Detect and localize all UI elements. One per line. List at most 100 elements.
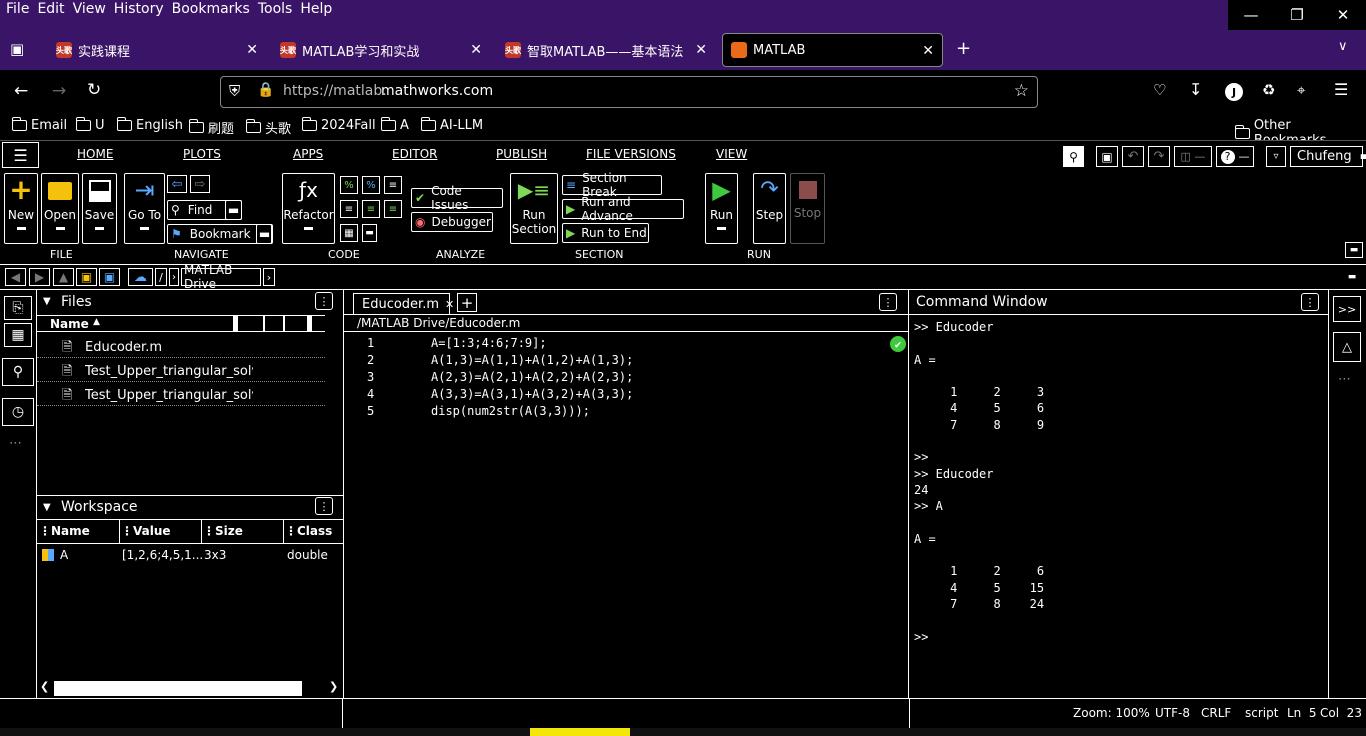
collapse-workspace-icon[interactable]: ▼: [43, 502, 51, 513]
restore-button[interactable]: ❐: [1274, 0, 1320, 30]
command-output[interactable]: >> Educoder A = 1 2 3 4 5 6 7 8 9 >> >> …: [914, 319, 1044, 645]
tab-1[interactable]: 头歌 实践课程 ✕: [48, 33, 266, 67]
tab-file-versions[interactable]: FILE VERSIONS: [586, 147, 676, 161]
run-to-end-button[interactable]: ▶ Run to End: [562, 223, 649, 243]
forward-icon[interactable]: →: [52, 81, 66, 101]
menu-view[interactable]: View: [69, 0, 110, 20]
lock-icon[interactable]: 🔒: [257, 82, 274, 98]
folder-back-button[interactable]: ◀: [5, 268, 26, 286]
workspace-options-button[interactable]: ⋮: [315, 497, 333, 515]
no-issues-check-icon[interactable]: ✔: [890, 336, 906, 352]
file-row[interactable]: 🗎 Test_Upper_triangular_solve: [37, 383, 325, 406]
menu-history[interactable]: History: [110, 0, 168, 20]
zoom-level[interactable]: Zoom: 100%: [1073, 706, 1150, 720]
workspace-panel-icon[interactable]: ▦: [4, 323, 32, 347]
tab-apps[interactable]: APPS: [293, 147, 323, 161]
extensions-icon[interactable]: ♻: [1262, 81, 1275, 99]
tab-overflow-chevron-icon[interactable]: ∨: [1338, 39, 1348, 54]
open-button[interactable]: Open: [41, 173, 79, 244]
path-dropdown[interactable]: ▬: [1344, 268, 1360, 286]
hamburger-menu-icon[interactable]: ☰: [1334, 80, 1348, 99]
smart-indent-icon[interactable]: ≡: [384, 176, 402, 194]
more-icon[interactable]: ⋯: [9, 436, 22, 451]
code-more-dropdown[interactable]: ▬: [362, 224, 377, 242]
path-folder[interactable]: MATLAB Drive: [181, 263, 261, 291]
column-divider[interactable]: [201, 520, 202, 543]
new-button[interactable]: + New: [4, 173, 38, 244]
undo-button[interactable]: ↶: [1122, 146, 1144, 167]
menu-help[interactable]: Help: [296, 0, 336, 20]
section-break-button[interactable]: ≡ Section Break: [562, 171, 662, 199]
line-ending[interactable]: CRLF: [1201, 706, 1231, 720]
tab-home[interactable]: HOME: [77, 147, 113, 161]
browse-folder-button[interactable]: ▣: [99, 268, 120, 286]
reload-icon[interactable]: ↻: [87, 80, 101, 100]
account-dropdown[interactable]: ▿: [1266, 146, 1286, 167]
editor-options-button[interactable]: ⋮: [879, 293, 897, 311]
matlab-menu-button[interactable]: ☰: [2, 142, 39, 168]
minimize-button[interactable]: —: [1228, 0, 1274, 30]
column-divider[interactable]: [283, 316, 285, 331]
column-divider[interactable]: [119, 520, 120, 543]
close-tab-icon[interactable]: ✕: [695, 42, 707, 58]
command-window-panel-icon[interactable]: >>: [1333, 296, 1361, 322]
horizontal-scrollbar[interactable]: ❮ ❯: [37, 679, 343, 697]
more-icon[interactable]: ⋯: [1338, 372, 1351, 387]
file-row[interactable]: 🗎 Educoder.m: [37, 335, 325, 358]
profile-avatar[interactable]: J: [1225, 83, 1243, 101]
bookmark-a[interactable]: A: [380, 117, 409, 133]
forward-nav-button[interactable]: ⇨: [190, 175, 210, 193]
workspace-row[interactable]: A [1,2,6;4,5,1... 3x3 double: [37, 546, 343, 566]
tab-publish[interactable]: PUBLISH: [496, 147, 547, 161]
code-line[interactable]: 2 A(1,3)=A(1,1)+A(1,2)+A(1,3);: [344, 351, 908, 368]
new-folder-button[interactable]: ▣: [76, 268, 97, 286]
tab-editor[interactable]: EDITOR: [392, 147, 437, 161]
files-panel-icon[interactable]: ⎘: [4, 296, 32, 320]
collapse-toolstrip-button[interactable]: ▬: [1345, 242, 1363, 258]
code-line[interactable]: 5 disp(num2str(A(3,3)));: [344, 402, 908, 419]
shield-icon[interactable]: ⛨: [229, 82, 240, 100]
close-tab-icon[interactable]: ✕: [445, 298, 454, 311]
code-area[interactable]: 1 A=[1:3;4:6;7:9]; 2 A(1,3)=A(1,1)+A(1,2)+…: [344, 334, 908, 696]
path-chevron-icon[interactable]: ›: [263, 268, 275, 286]
ws-col-class[interactable]: ⋮Class: [285, 524, 332, 538]
tab-view[interactable]: VIEW: [716, 147, 747, 161]
column-divider[interactable]: [263, 316, 265, 331]
close-tab-icon[interactable]: ✕: [470, 42, 482, 58]
matlab-drive-button[interactable]: ☁: [128, 268, 153, 286]
indent-icon[interactable]: ≡: [340, 200, 358, 218]
find-dropdown[interactable]: ▬: [225, 200, 242, 220]
files-col-name[interactable]: Name: [50, 317, 89, 331]
folder-forward-button[interactable]: ▶: [29, 268, 50, 286]
quick-save-button[interactable]: ▣: [1096, 146, 1118, 167]
ws-col-size[interactable]: ⋮Size: [203, 524, 243, 538]
step-button[interactable]: ↷ Step: [753, 173, 786, 244]
bookmark-email[interactable]: Email: [11, 117, 67, 133]
code-issues-button[interactable]: ✔ Code Issues: [411, 184, 503, 212]
bookmark-dropdown[interactable]: ▬: [256, 224, 273, 244]
scrollbar-thumb[interactable]: [54, 681, 302, 696]
bookmark-shuati[interactable]: 刷题: [188, 118, 234, 137]
tab-matlab[interactable]: MATLAB ✕: [722, 33, 943, 67]
search-files-icon[interactable]: ⚲: [2, 358, 34, 386]
ws-col-name[interactable]: ⋮Name: [39, 524, 90, 538]
column-divider[interactable]: [283, 520, 284, 543]
run-section-button[interactable]: ▶≡ Run Section: [510, 173, 558, 244]
back-nav-button[interactable]: ⇦: [167, 175, 187, 193]
crop-icon[interactable]: ⌖: [1297, 81, 1305, 99]
close-window-button[interactable]: ✕: [1320, 0, 1366, 30]
collapse-files-icon[interactable]: ▼: [43, 296, 51, 307]
run-button[interactable]: ▶ Run: [705, 173, 738, 244]
history-icon[interactable]: ◷: [2, 398, 34, 426]
menu-bookmarks[interactable]: Bookmarks: [168, 0, 254, 20]
bookmark-touge[interactable]: 头歌: [245, 118, 291, 137]
code-line[interactable]: 4 A(3,3)=A(3,1)+A(3,2)+A(3,3);: [344, 385, 908, 402]
code-line[interactable]: 1 A=[1:3;4:6;7:9];: [344, 334, 908, 351]
column-divider[interactable]: [307, 316, 312, 331]
redo-button[interactable]: ↷: [1148, 146, 1170, 167]
new-editor-tab-button[interactable]: +: [457, 293, 477, 312]
folder-up-button[interactable]: ▲: [53, 268, 74, 286]
tab-3[interactable]: 头歌 智取MATLAB——基本语法 ✕: [497, 33, 715, 67]
menu-edit[interactable]: Edit: [33, 0, 68, 20]
new-tab-icon[interactable]: +: [956, 38, 971, 59]
